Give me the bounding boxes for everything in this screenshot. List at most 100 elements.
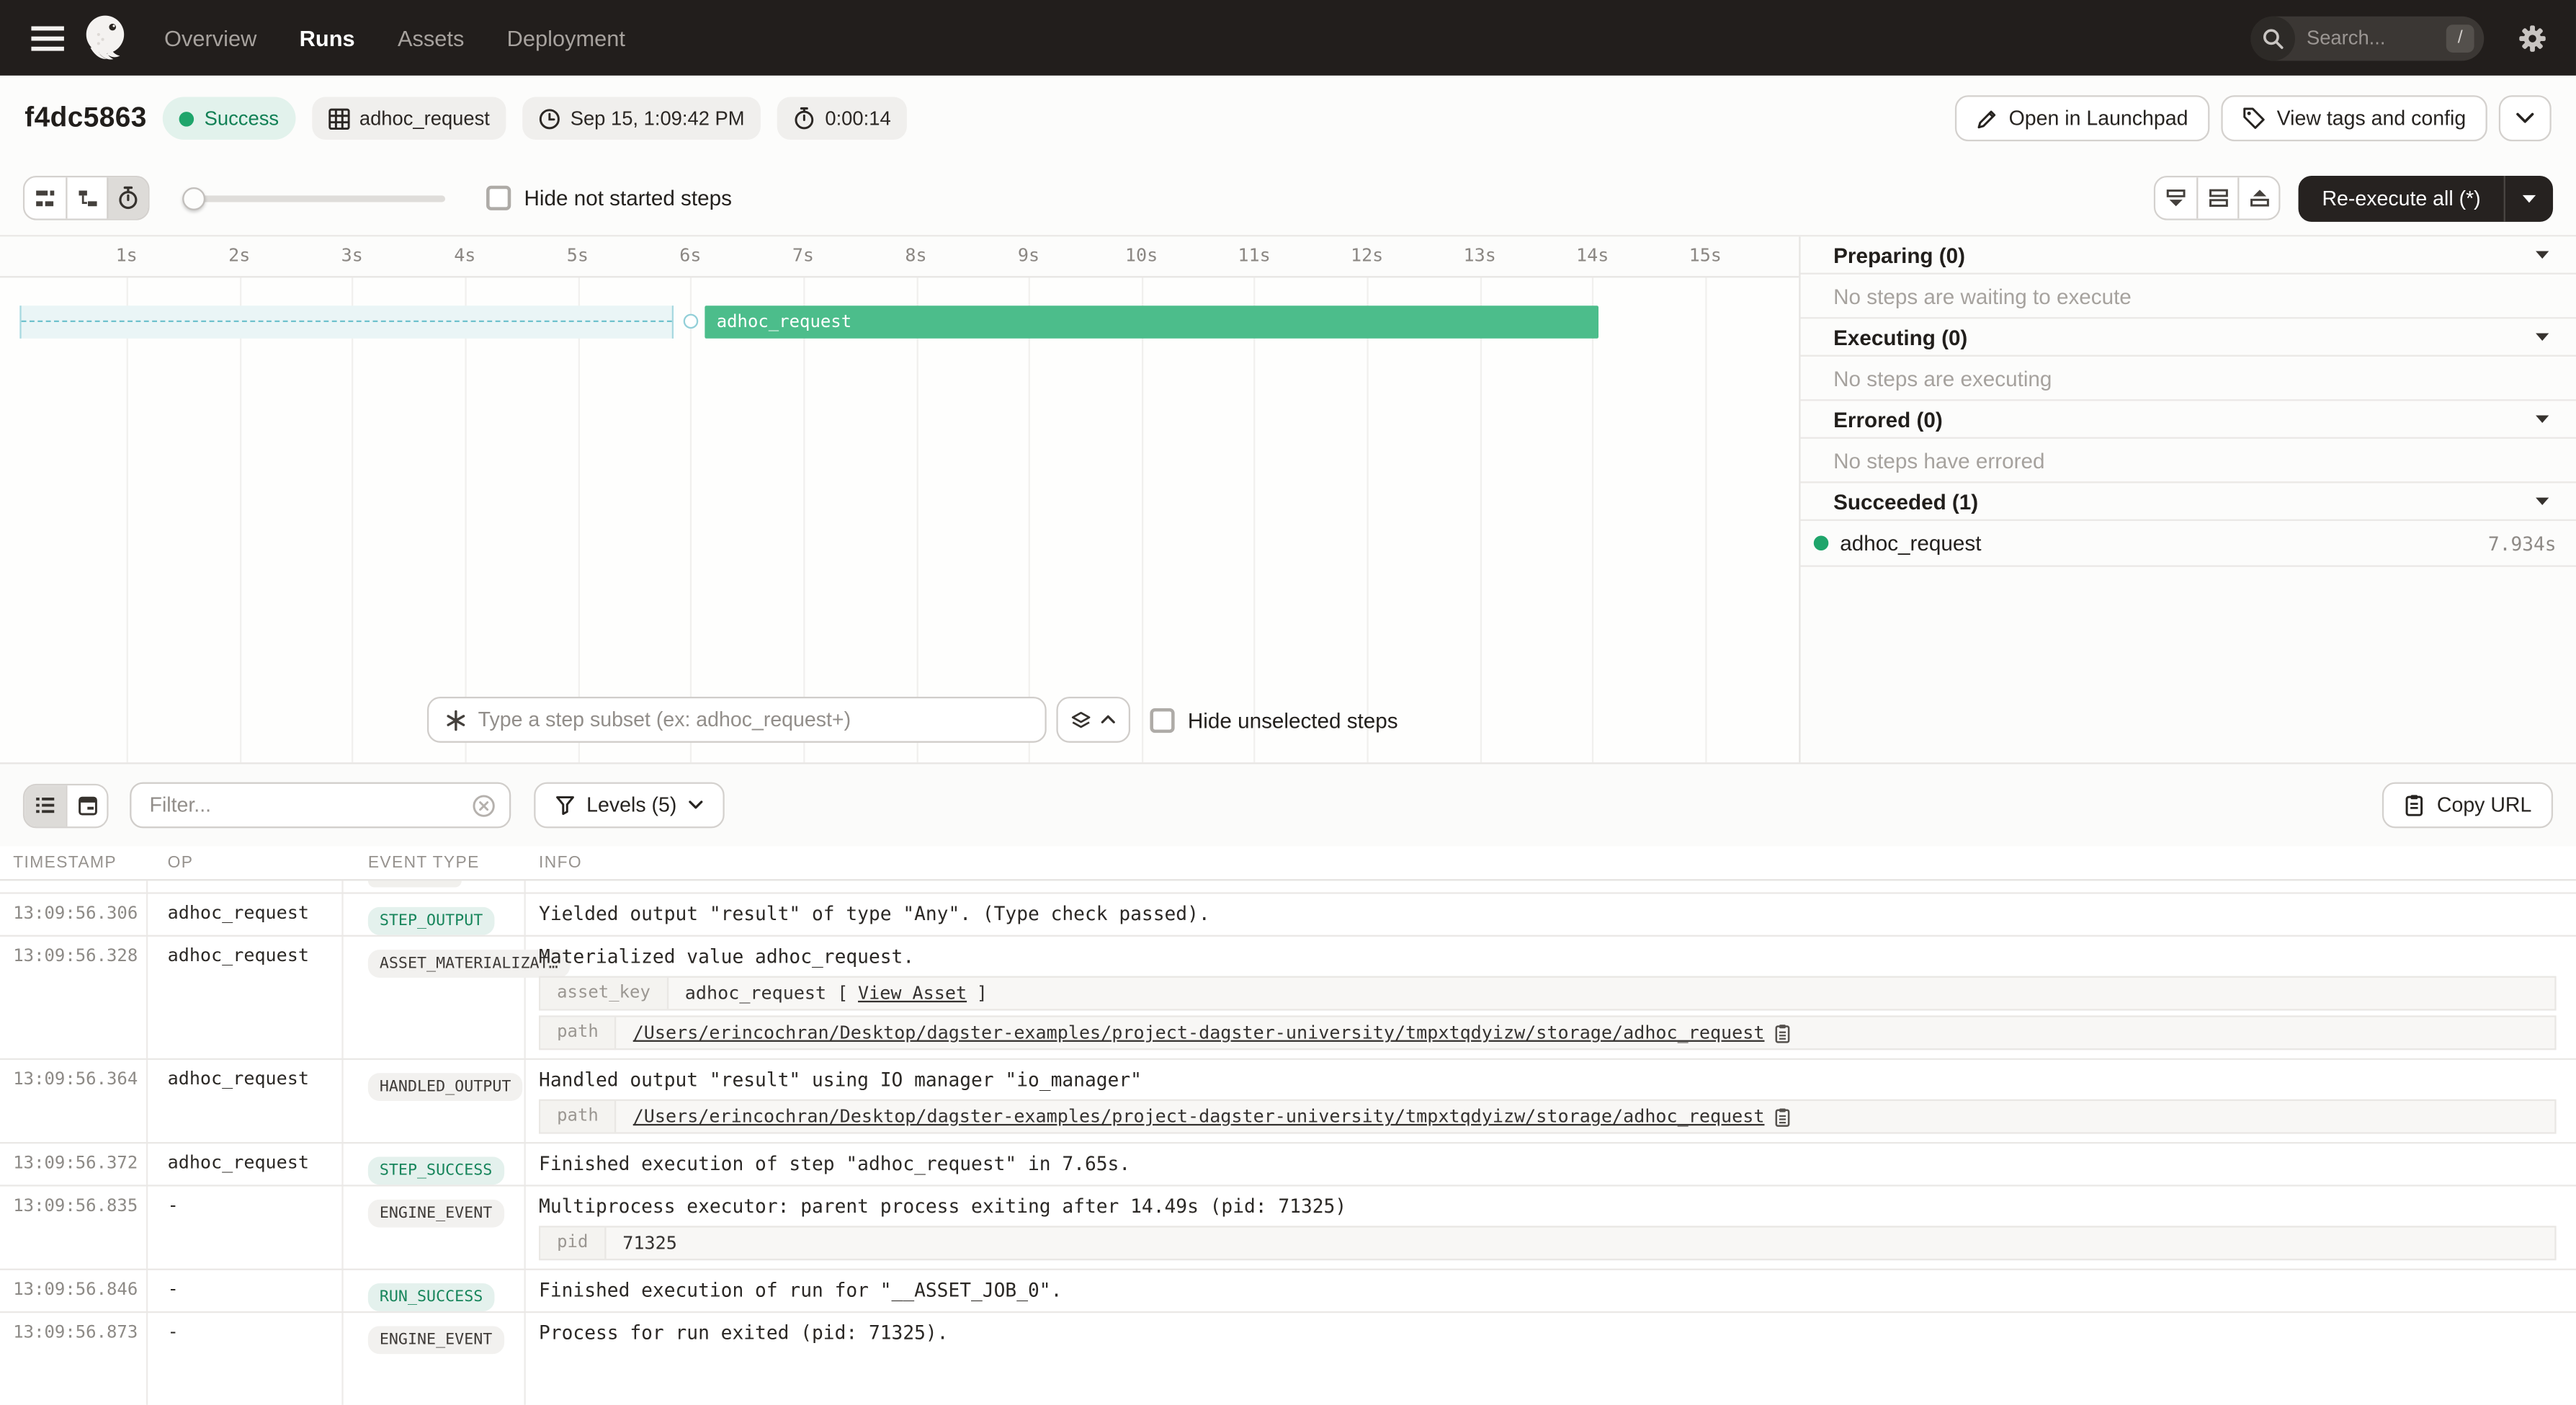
metadata-entry: path/Users/erincochran/Desktop/dagster-e… [539,1015,2557,1050]
timed-view-button[interactable] [107,177,148,218]
layers-icon [1071,710,1091,728]
expand-bottom-panel-button[interactable] [2156,177,2197,218]
storage-path-link[interactable]: /Users/erincochran/Desktop/dagster-examp… [633,1022,1765,1044]
levels-filter-button[interactable]: Levels (5) [534,782,724,829]
log-event-type: ASSET_MATERIALIZAT… [341,937,524,1058]
stopwatch-icon [794,107,815,130]
job-tag[interactable]: adhoc_request [312,97,506,140]
funnel-icon [555,795,575,815]
metadata-entry: asset_keyadhoc_request [View Asset] [539,976,2557,1011]
gridline [1142,277,1143,762]
gantt-step-bar[interactable]: adhoc_request [705,305,1598,339]
zoom-slider-knob[interactable] [182,187,205,210]
log-table-row[interactable]: 13:09:56.873-ENGINE_EVENTProcess for run… [0,1311,2576,1354]
event-type-badge: STEP_OUTPUT [368,907,494,935]
partially-scrolled-row [0,880,2576,892]
section-header-0[interactable]: Preparing (0) [1801,236,2576,274]
zoom-slider[interactable] [182,187,445,210]
expand-top-panel-button[interactable] [2238,177,2279,218]
chevron-down-icon [2515,112,2535,125]
split-panels-button[interactable] [2197,177,2238,218]
copy-url-button[interactable]: Copy URL [2383,782,2553,829]
axis-tick: 5s [567,245,589,267]
hide-not-started-checkbox-row[interactable]: Hide not started steps [486,186,732,210]
flat-view-button[interactable] [24,177,66,218]
log-filter-input[interactable]: Filter... [130,782,511,829]
run-header: f4dc5863 Success adhoc_request Sep 15, 1… [0,76,2576,161]
nav-link-deployment[interactable]: Deployment [507,25,625,50]
search-input[interactable]: Search... / [2250,16,2484,61]
view-asset-link[interactable]: View Asset [858,983,967,1004]
gridline [1480,277,1482,762]
gridline [1592,277,1593,762]
raw-log-view-button[interactable] [66,785,107,826]
log-op: - [146,1313,341,1354]
hide-unselected-checkbox-row[interactable]: Hide unselected steps [1150,708,1397,732]
hide-unselected-checkbox[interactable] [1150,708,1174,732]
axis-tick: 2s [228,245,250,267]
structured-log-view-button[interactable] [24,785,66,826]
gantt-timeline-axis: 1s2s3s4s5s6s7s8s9s10s11s12s13s14s15s [0,236,1799,277]
copy-path-icon[interactable] [1774,1107,1791,1126]
hide-not-started-checkbox[interactable] [486,186,511,210]
success-dot-icon [1814,535,1829,550]
zoom-slider-track[interactable] [182,195,445,201]
dagster-logo-icon[interactable] [79,12,131,64]
log-table-row[interactable]: 13:09:56.846-RUN_SUCCESSFinished executi… [0,1269,2576,1311]
log-table-row[interactable]: 13:09:56.835-ENGINE_EVENTMultiprocess ex… [0,1185,2576,1268]
search-icon [2250,16,2295,61]
gantt-waiting-bar [19,305,674,339]
log-timestamp: 13:09:56.372 [0,1143,146,1185]
event-type-badge: HANDLED_OUTPUT [368,1073,523,1101]
log-table-row[interactable]: 13:09:56.306adhoc_requestSTEP_OUTPUTYiel… [0,892,2576,935]
nav-link-runs[interactable]: Runs [300,25,355,50]
log-table: Timestamp Op Event type Info 13:09:56.30… [0,847,2576,1405]
open-in-launchpad-button[interactable]: Open in Launchpad [1954,95,2209,141]
gantt-chart-area: Type a step subset (ex: adhoc_request+) … [0,277,1799,762]
reexecute-menu-caret[interactable] [2505,175,2553,221]
metadata-entry: path/Users/erincochran/Desktop/dagster-e… [539,1100,2557,1134]
metadata-value: /Users/erincochran/Desktop/dagster-examp… [617,1101,2554,1132]
step-subset-input[interactable]: Type a step subset (ex: adhoc_request+) [427,697,1047,743]
panel-top-icon [2249,187,2271,209]
nav-link-assets[interactable]: Assets [398,25,464,50]
axis-tick: 11s [1238,245,1270,267]
gridline [1705,277,1707,762]
gear-icon[interactable] [2507,13,2556,62]
clipboard-icon [2404,794,2425,817]
nav-link-overview[interactable]: Overview [164,25,256,50]
run-actions-menu-button[interactable] [2499,95,2552,141]
log-table-row[interactable]: 13:09:56.372adhoc_requestSTEP_SUCCESSFin… [0,1142,2576,1185]
log-table-row[interactable]: 13:09:56.328adhoc_requestASSET_MATERIALI… [0,935,2576,1058]
axis-tick: 14s [1576,245,1609,267]
log-op: adhoc_request [146,1060,341,1142]
reexecute-all-button[interactable]: Re-execute all (*) [2299,175,2554,221]
hamburger-menu-icon[interactable] [19,10,76,66]
metadata-key: path [540,1101,617,1132]
axis-tick: 1s [116,245,138,267]
tag-icon [2242,107,2266,130]
log-event-type: ENGINE_EVENT [341,1187,524,1269]
waterfall-view-button[interactable] [66,177,107,218]
view-tags-config-button[interactable]: View tags and config [2221,95,2487,141]
run-id: f4dc5863 [24,102,147,135]
axis-tick: 12s [1351,245,1383,267]
section-header-3[interactable]: Succeeded (1) [1801,483,2576,520]
copy-path-icon[interactable] [1774,1023,1791,1043]
log-info: Materialized value adhoc_request.asset_k… [524,937,2576,1058]
succeeded-step-row[interactable]: adhoc_request7.934s [1801,521,2576,567]
axis-tick: 6s [679,245,701,267]
section-header-2[interactable]: Errored (0) [1801,401,2576,438]
log-op: - [146,1187,341,1269]
gridline [917,277,918,762]
chevron-down-icon [688,800,703,811]
step-visibility-button[interactable] [1056,697,1130,743]
gridline [465,277,466,762]
clear-filter-icon[interactable] [472,793,496,817]
log-event-type: STEP_SUCCESS [341,1143,524,1185]
log-info: Handled output "result" using IO manager… [524,1060,2576,1142]
section-header-1[interactable]: Executing (0) [1801,318,2576,356]
section-empty-text: No steps have errored [1801,439,2576,483]
log-table-row[interactable]: 13:09:56.364adhoc_requestHANDLED_OUTPUTH… [0,1058,2576,1142]
storage-path-link[interactable]: /Users/erincochran/Desktop/dagster-examp… [633,1106,1765,1128]
